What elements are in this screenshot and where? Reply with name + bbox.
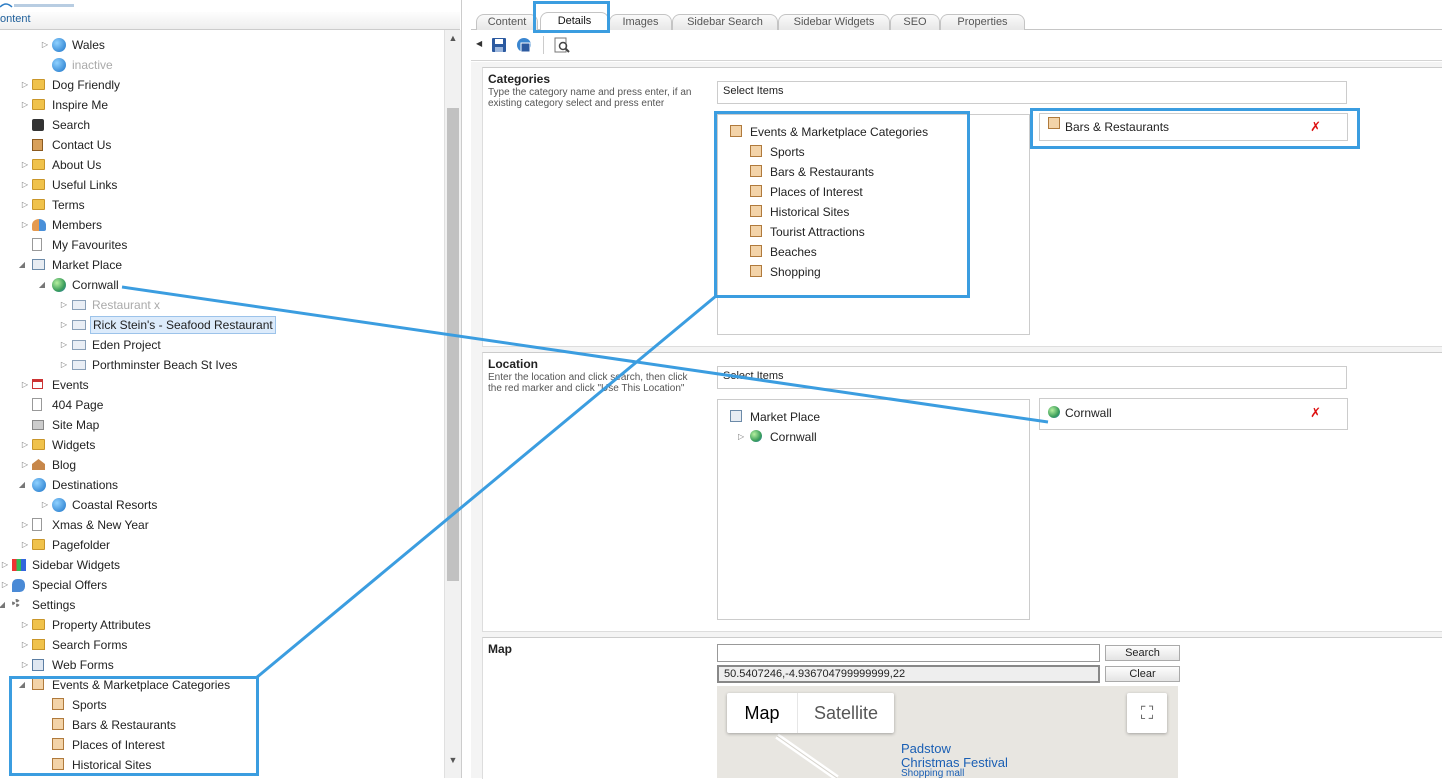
- highlight-selected-category: [1030, 108, 1360, 149]
- highlight-details-tab: [533, 1, 610, 33]
- highlight-tree-categories: [9, 676, 259, 776]
- highlight-category-picker: [714, 111, 970, 298]
